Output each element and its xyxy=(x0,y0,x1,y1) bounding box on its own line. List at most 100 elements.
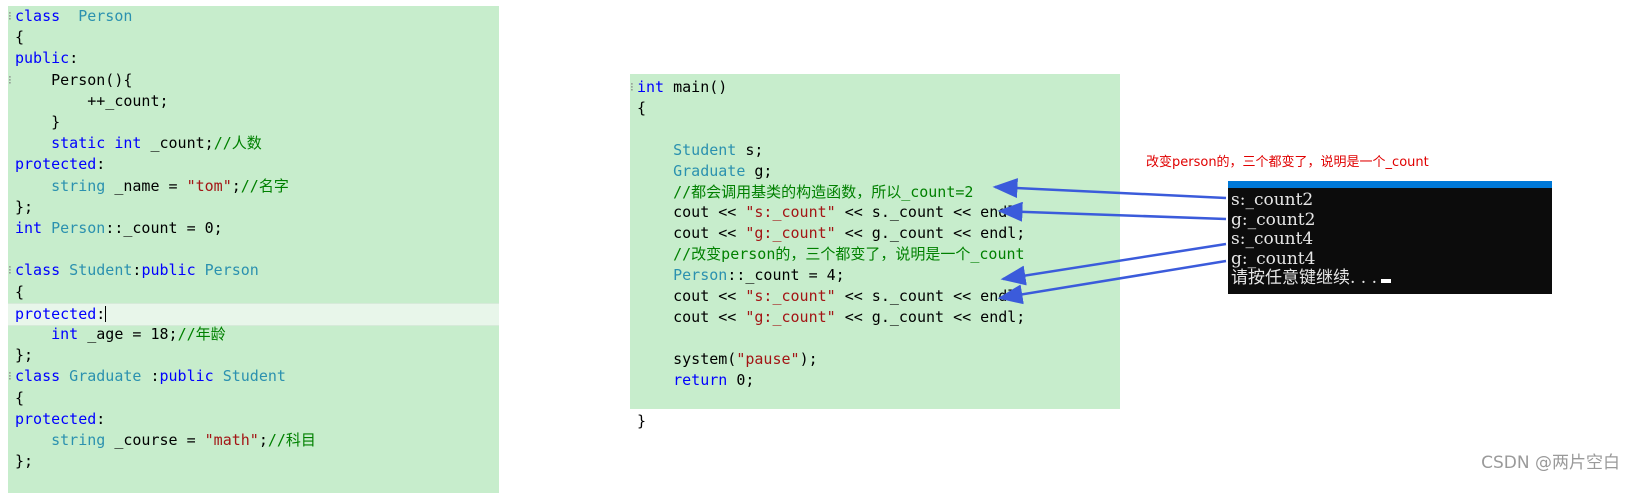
code-line: int Person::_count = 0; xyxy=(8,218,499,239)
code-line: cout << "s:_count" << s._count << endl; xyxy=(630,202,1120,223)
code-token: g; xyxy=(745,161,773,180)
code-token: Person(){ xyxy=(15,70,133,89)
code-line: ++_count; xyxy=(8,91,499,112)
code-line: protected: xyxy=(8,154,499,175)
fold-marker-icon[interactable]: ⁝ xyxy=(630,77,634,98)
code-token: }; xyxy=(15,197,34,216)
code-token: : xyxy=(141,367,160,386)
code-editor-left[interactable]: ⁝ class Person{public: ⁝ Person(){ ++_coun… xyxy=(8,6,499,493)
code-token: _count; xyxy=(141,134,214,153)
fold-marker-icon[interactable]: ⁝ xyxy=(8,6,12,27)
code-token: //都会调用基类的构造函数，所以_count=2 xyxy=(673,182,974,201)
code-token: "s:_count" xyxy=(745,287,836,305)
code-token: Person xyxy=(195,261,259,280)
code-line: return 0; xyxy=(630,370,1120,391)
fold-marker-icon[interactable]: ⁝ xyxy=(8,366,12,387)
code-token: "pause" xyxy=(736,349,800,368)
code-token: class xyxy=(15,7,61,25)
code-token: Person xyxy=(42,219,106,237)
code-token: //名字 xyxy=(240,176,289,195)
code-token: return xyxy=(673,370,728,389)
code-token: _name = xyxy=(105,176,187,195)
console-text: g:_count4 xyxy=(1231,248,1316,269)
code-token: << g._count << endl; xyxy=(835,307,1026,326)
code-token: } xyxy=(15,113,61,131)
code-token: int xyxy=(15,219,43,237)
code-line: //都会调用基类的构造函数，所以_count=2 xyxy=(630,182,1120,203)
code-line: //改变person的，三个都变了，说明是一个_count xyxy=(630,244,1120,265)
code-token: : xyxy=(96,409,106,428)
code-token: cout << xyxy=(637,307,746,326)
code-line: Student s; xyxy=(630,140,1120,161)
code-token: int xyxy=(637,78,665,96)
code-token: main() xyxy=(664,78,728,96)
code-token: string xyxy=(51,176,106,195)
code-token: ::_count = 0; xyxy=(105,219,223,237)
code-line: } xyxy=(8,112,499,133)
code-token: "math" xyxy=(204,431,259,449)
code-token: string xyxy=(51,431,106,449)
code-token: Student xyxy=(673,140,737,159)
console-line: s:_count2 xyxy=(1231,191,1313,210)
code-line: { xyxy=(630,98,1120,119)
code-token: : xyxy=(96,155,106,174)
code-token: system( xyxy=(637,349,737,368)
code-token: ); xyxy=(799,349,818,368)
code-token: "g:_count" xyxy=(745,224,836,243)
fold-marker-icon[interactable]: ⁝ xyxy=(8,70,12,91)
code-token: : xyxy=(69,49,79,68)
code-line: cout << "s:_count" << s._count << endl; xyxy=(630,286,1120,307)
code-line: } xyxy=(630,411,1120,432)
code-line: Graduate g; xyxy=(630,161,1120,182)
code-token: }; xyxy=(15,452,34,471)
code-line: Person::_count = 4; xyxy=(630,265,1120,286)
code-token: _course = xyxy=(105,431,205,449)
code-editor-right[interactable]: ⁝ int main(){ Student s; Graduate g; //都会… xyxy=(630,74,1120,430)
code-token: cout << xyxy=(637,203,746,222)
code-token: protected xyxy=(15,304,97,323)
code-token: ; xyxy=(258,431,268,449)
code-line: { xyxy=(8,282,499,303)
code-line: { xyxy=(8,388,499,409)
code-token: public xyxy=(15,49,70,68)
code-line: static int _count;//人数 xyxy=(8,133,499,154)
code-token: "s:_count" xyxy=(745,203,836,222)
code-line: protected: xyxy=(8,409,499,430)
code-token: protected xyxy=(15,155,97,174)
code-line: system("pause"); xyxy=(630,349,1120,370)
code-line: }; xyxy=(8,197,499,218)
code-token: Graduate xyxy=(673,161,746,180)
code-line: ⁝ int main() xyxy=(630,77,1120,98)
code-line: cout << "g:_count" << g._count << endl; xyxy=(630,307,1120,328)
code-token: { xyxy=(15,388,25,407)
code-token: cout << xyxy=(637,287,746,305)
code-token: } xyxy=(637,412,647,431)
console-window[interactable]: s:_count2 g:_count2 s:_count4 g:_count4 请按任意… xyxy=(1228,181,1552,294)
code-token: Graduate xyxy=(60,367,142,386)
code-line: string _course = "math";//科目 xyxy=(8,430,499,451)
code-line: int _age = 18;//年龄 xyxy=(8,324,499,345)
code-line: cout << "g:_count" << g._count << endl; xyxy=(630,223,1120,244)
console-text: s:_count4 xyxy=(1231,229,1314,249)
code-token: }; xyxy=(15,346,34,365)
code-token: public xyxy=(141,261,196,280)
code-token: //年龄 xyxy=(177,325,226,343)
code-token: class xyxy=(15,261,61,280)
console-line: g:_count2 xyxy=(1231,210,1315,230)
code-token: Student xyxy=(213,367,286,386)
code-line: ⁝ class Person xyxy=(8,6,499,27)
code-line: ⁝ class Student:public Person xyxy=(8,260,499,281)
code-token: protected xyxy=(15,409,97,428)
code-line: ⁝ Person(){ xyxy=(8,70,499,91)
fold-marker-icon[interactable]: ⁝ xyxy=(8,260,12,281)
code-token: { xyxy=(637,98,647,117)
